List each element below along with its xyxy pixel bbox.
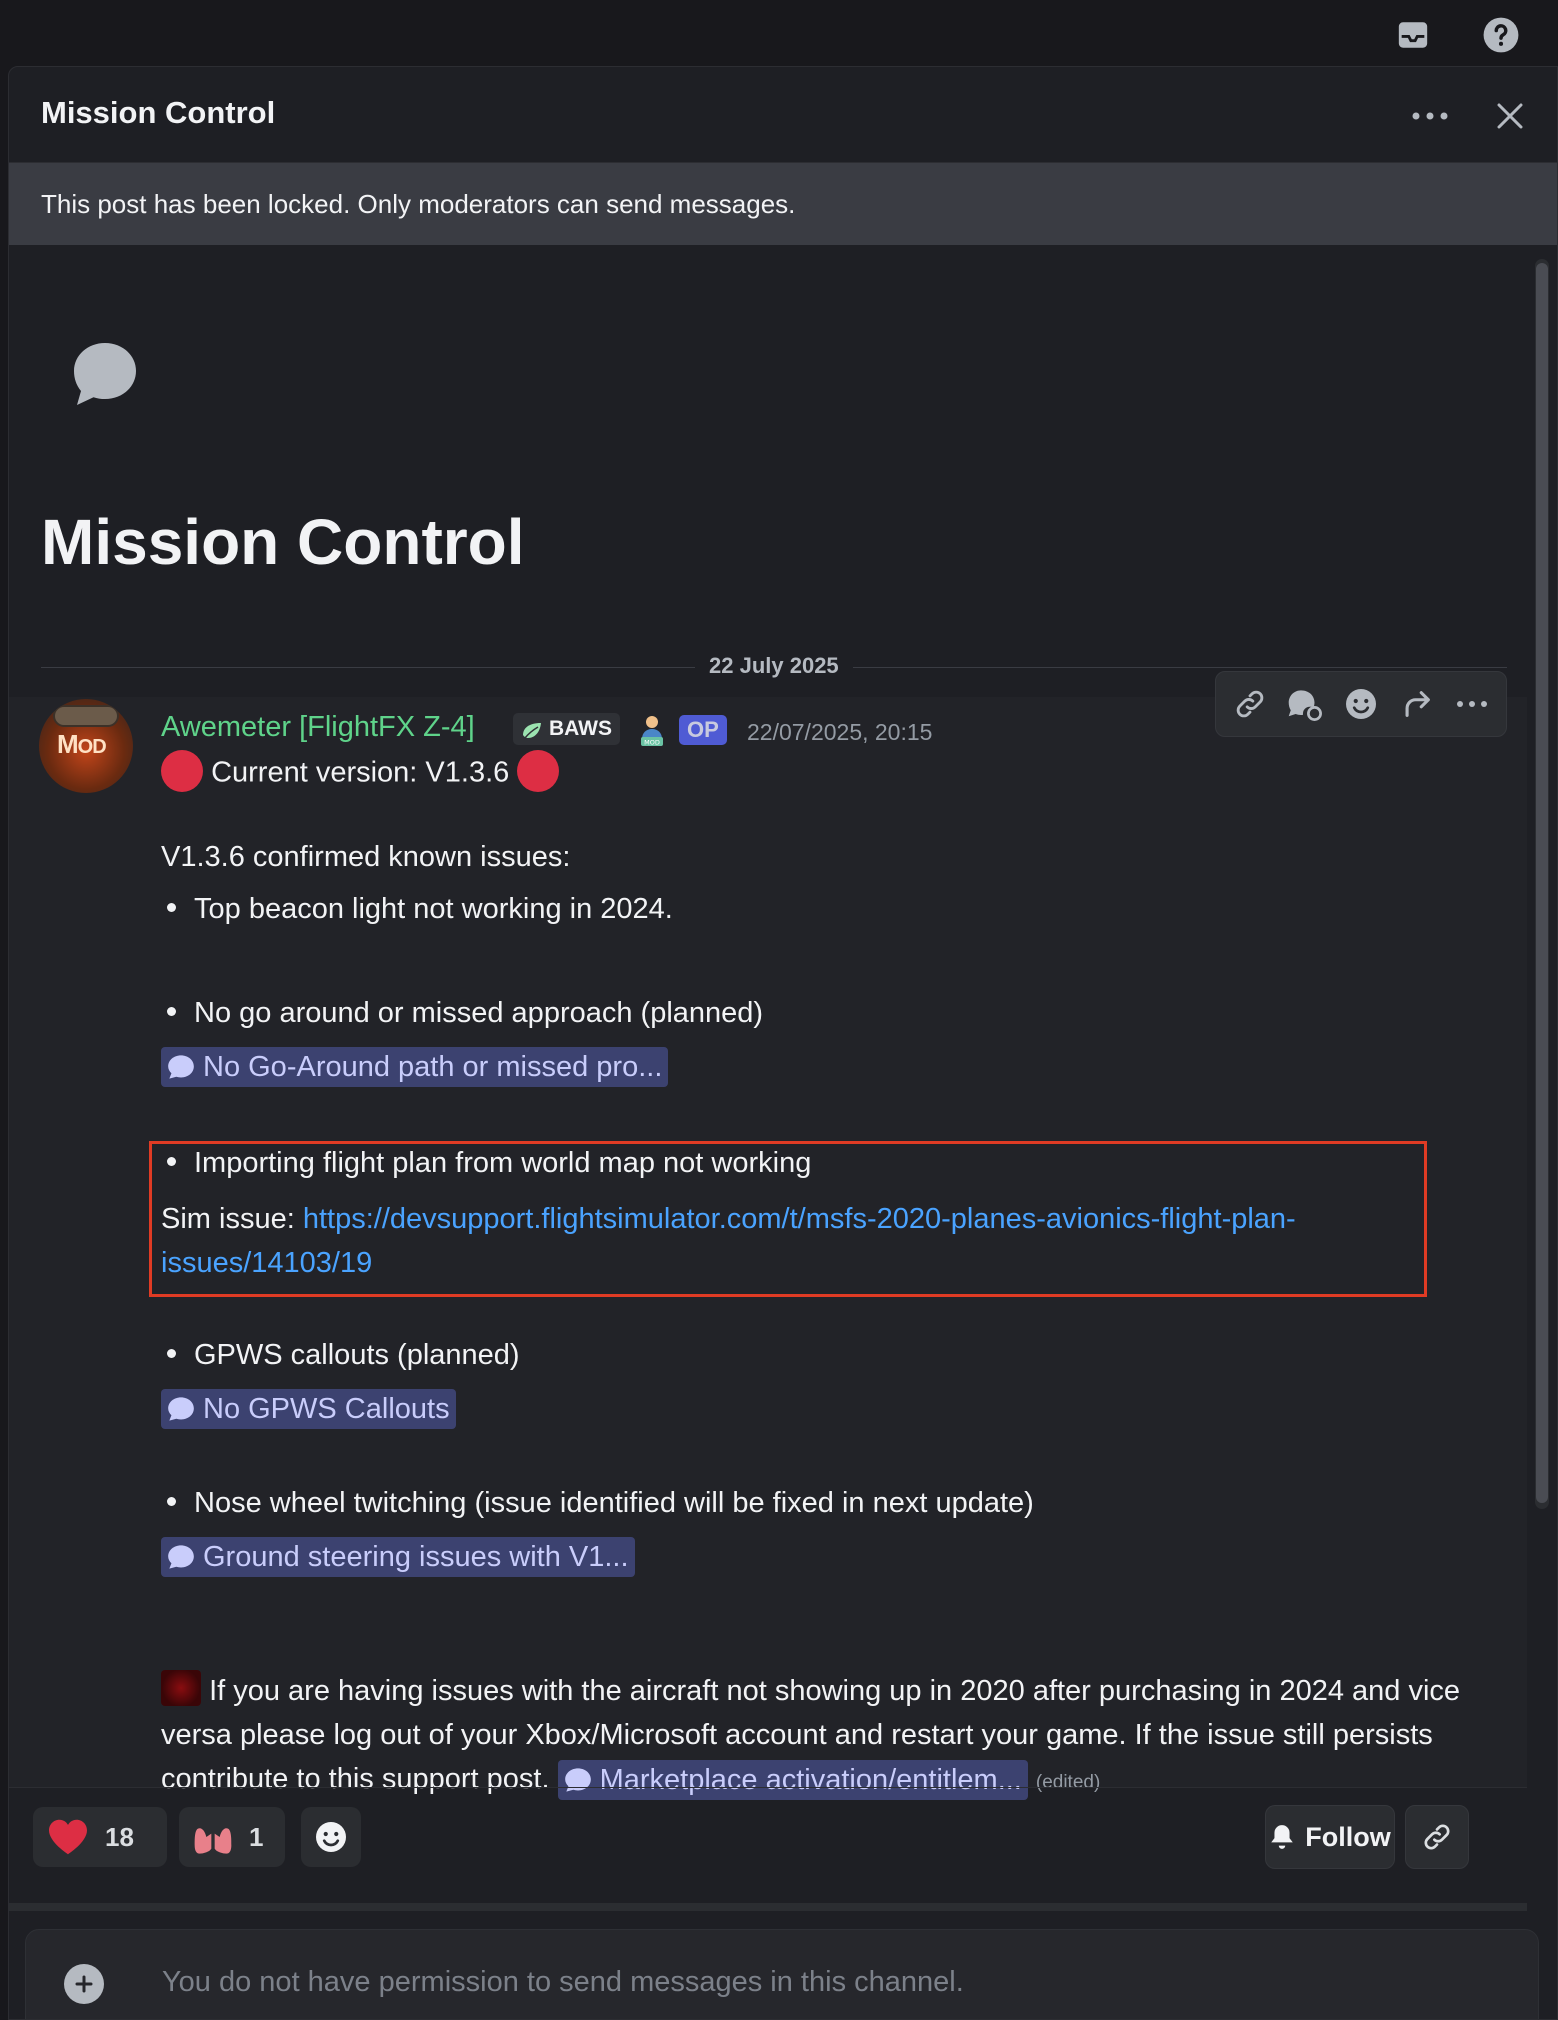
current-version-text: Current version: V1.3.6 [211,756,510,789]
list-item: Importing flight plan from world map not… [161,1147,811,1180]
bullet-text: No go around or missed approach (planned… [194,997,764,1029]
bullet-dot [167,1156,176,1166]
list-item: Nose wheel twitching (issue identified w… [161,1487,1034,1520]
thread-chip-label: Marketplace activation/entitlem... [599,1764,1022,1797]
date-divider-label: 22 July 2025 [695,653,853,679]
thread-panel: Mission Control This post has been locke… [8,66,1558,2020]
more-options-icon[interactable] [1407,93,1453,139]
reaction-count: 18 [105,1821,134,1852]
link-icon [1424,1824,1450,1850]
op-badge: OP [679,715,727,745]
issues-heading: V1.3.6 confirmed known issues: [161,841,571,873]
list-item: No go around or missed approach (planned… [161,997,763,1030]
moderator-badge-icon[interactable]: MOD [637,713,667,752]
thread-icon [564,1767,592,1793]
bullet-text: GPWS callouts (planned) [194,1339,520,1371]
add-reaction-button[interactable] [301,1807,361,1867]
thread-icon [167,1544,195,1570]
bullet-text: Importing flight plan from world map not… [194,1147,812,1179]
red-gem-emoji-icon [161,1670,201,1707]
message-hover-toolbar [1215,671,1507,737]
copy-link-button[interactable] [1405,1805,1469,1869]
smiley-icon [316,1822,346,1852]
bullet-dot [167,1348,176,1358]
bullet-dot [167,1006,176,1016]
guild-tag-label: BAWS [549,717,612,740]
app-topbar [0,0,1558,66]
red-circle-icon [517,750,560,792]
message-composer[interactable]: You do not have permission to send messa… [25,1929,1539,2019]
heart-icon [47,1818,89,1856]
thread-link-chip[interactable]: Marketplace activation/entitlem... [557,1760,1028,1801]
add-reaction-icon[interactable] [1336,679,1386,729]
reaction-lungs[interactable]: 1 [179,1807,285,1867]
current-version-line: Current version: V1.3.6 [161,750,560,795]
reaction-count: 1 [249,1821,264,1852]
follow-label: Follow [1305,1821,1391,1852]
close-icon[interactable] [1487,93,1533,139]
sim-issue-label: Sim issue: [161,1203,303,1235]
message-timestamp[interactable]: 22/07/2025, 20:15 [747,719,932,746]
bullet-text: Nose wheel twitching (issue identified w… [194,1487,1034,1519]
author-name[interactable]: Awemeter [FlightFX Z-4] [161,711,475,744]
message-more-icon[interactable] [1447,679,1497,729]
copy-link-icon[interactable] [1225,679,1275,729]
avatar-goggles [53,705,119,727]
follow-button[interactable]: Follow [1265,1805,1395,1869]
reaction-heart[interactable]: 18 [33,1807,167,1867]
edited-label: (edited) [1035,1772,1101,1793]
sim-issue-line: Sim issue: https://devsupport.flightsimu… [161,1197,1421,1285]
scrollbar-thumb[interactable] [1536,263,1548,1503]
list-item: GPWS callouts (planned) [161,1339,520,1372]
guild-tag[interactable]: BAWS [513,713,620,745]
help-icon[interactable] [1480,14,1522,56]
thread-icon [167,1054,195,1080]
thread-link-chip[interactable]: No GPWS Callouts [161,1389,456,1429]
thread-chip-label: No GPWS Callouts [203,1393,450,1425]
create-thread-icon[interactable] [1280,679,1330,729]
composer-placeholder: You do not have permission to send messa… [162,1966,964,1998]
list-item: Top beacon light not working in 2024. [161,893,673,926]
thread-chip-label: Ground steering issues with V1... [203,1541,629,1573]
scrollbar[interactable] [1535,259,1549,1509]
bell-icon [1269,1823,1295,1851]
footer-divider [9,1787,1527,1788]
composer-divider [9,1903,1527,1911]
thread-icon [167,1396,195,1422]
svg-text:MOD: MOD [644,739,660,747]
chat-bubble-icon [69,339,141,416]
bullet-text: Top beacon light not working in 2024. [194,893,673,925]
thread-chip-label: No Go-Around path or missed pro... [203,1051,663,1083]
thread-link-chip[interactable]: Ground steering issues with V1... [161,1537,635,1577]
thread-title: Mission Control [41,506,525,578]
forward-icon[interactable] [1392,679,1442,729]
attach-plus-icon[interactable] [64,1964,104,2004]
avatar[interactable]: MOD [39,699,133,793]
avatar-logo: MOD [57,729,107,759]
red-circle-icon [161,750,203,792]
panel-title: Mission Control [41,95,276,130]
panel-header: Mission Control [9,67,1557,163]
sim-issue-link[interactable]: https://devsupport.flightsimulator.com/t… [161,1203,1296,1279]
bullet-dot [167,902,176,912]
lungs-icon [193,1818,233,1856]
locked-banner: This post has been locked. Only moderato… [9,163,1557,245]
support-paragraph: If you are having issues with the aircra… [161,1669,1491,1805]
inbox-icon[interactable] [1392,14,1434,56]
leaf-icon [521,719,543,751]
thread-link-chip[interactable]: No Go-Around path or missed pro... [161,1047,669,1087]
bullet-dot [167,1496,176,1506]
